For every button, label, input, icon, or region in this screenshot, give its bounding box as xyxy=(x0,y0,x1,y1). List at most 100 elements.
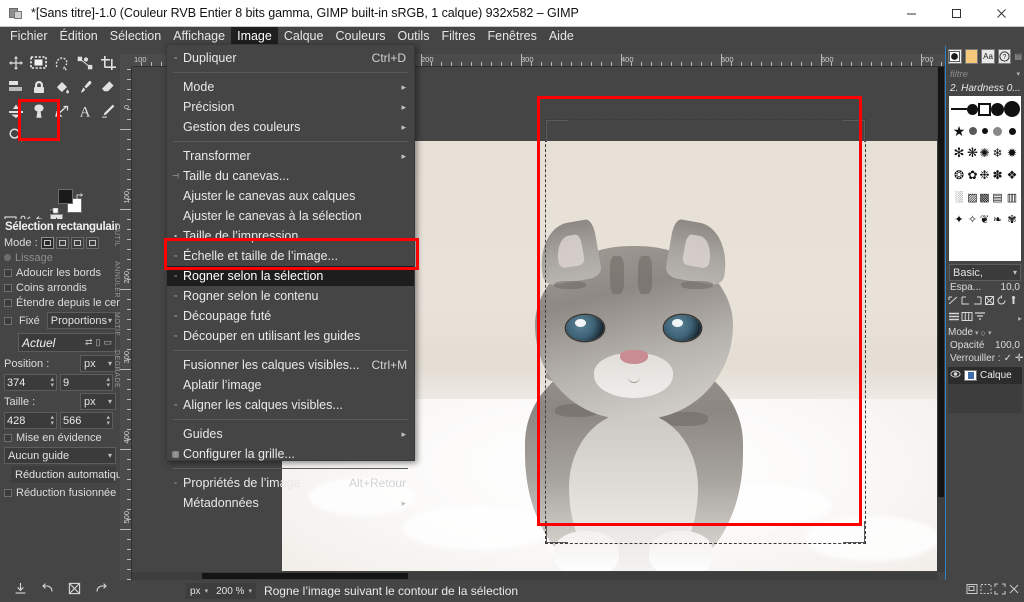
layer-thumbnail[interactable] xyxy=(964,370,977,381)
paintbrush-tool-icon[interactable] xyxy=(73,75,96,98)
zoom-tool-icon[interactable] xyxy=(4,123,27,146)
position-x-input[interactable]: 374 ▴ ▾ xyxy=(4,374,57,391)
adoucir-checkbox[interactable] xyxy=(4,268,12,277)
menu-item-rogner-selon-le-contenu[interactable]: ▫ Rogner selon le contenu xyxy=(167,286,414,306)
nav-icon[interactable] xyxy=(966,582,978,600)
brush-cell[interactable]: ✧ xyxy=(967,208,978,230)
align-tool-icon[interactable] xyxy=(4,75,27,98)
guide-select[interactable]: Aucun guide ▾ xyxy=(4,447,116,464)
brush-cell[interactable]: ▥ xyxy=(1004,186,1020,208)
subtract-mode-icon[interactable] xyxy=(70,236,84,249)
coins-arrondis-checkbox[interactable] xyxy=(4,283,12,292)
selection-handle-top-left[interactable] xyxy=(546,120,568,142)
dock-tab-annuler[interactable]: ANNULER xyxy=(108,261,120,298)
cancel-icon[interactable] xyxy=(68,582,81,600)
menu-item-decouper-en-utilisant-les-guides[interactable]: ▫ Découper en utilisant les guides xyxy=(167,326,414,346)
layers-stack-icon[interactable] xyxy=(948,311,960,325)
fuzzy-select-tool-icon[interactable] xyxy=(27,75,50,98)
replace-mode-icon[interactable] xyxy=(40,236,54,249)
brush-cell[interactable]: ✦ xyxy=(951,208,967,230)
menu-item-mode[interactable]: Mode ▸ xyxy=(167,77,414,97)
fonts-tab-icon[interactable]: Aa xyxy=(981,49,995,64)
vertical-ruler[interactable]: 0 100 200 300 400 500 xyxy=(120,67,132,580)
rotate-icon[interactable] xyxy=(972,295,983,309)
flip-horizontal-icon[interactable] xyxy=(948,295,959,309)
brush-cell[interactable]: ✺ xyxy=(978,142,991,164)
chevron-down-icon[interactable]: ▾ xyxy=(988,329,992,337)
menu-edition[interactable]: Édition xyxy=(54,27,104,46)
menu-item-configurer-la-grille[interactable]: ▩ Configurer la grille... xyxy=(167,444,414,464)
chevron-down-icon[interactable]: ▾ xyxy=(975,329,979,337)
mise-en-evidence-checkbox[interactable] xyxy=(4,433,12,442)
fixe-checkbox[interactable] xyxy=(4,316,12,325)
flip-vertical-icon[interactable] xyxy=(960,295,971,309)
maximize-icon[interactable] xyxy=(934,0,979,27)
clone-tool-icon[interactable] xyxy=(27,99,50,122)
stepper-icon[interactable]: ▴ ▾ xyxy=(50,376,54,389)
lock-pixels-icon[interactable]: ✓ xyxy=(1004,353,1012,364)
swap-ratio-icon[interactable]: ⇄ xyxy=(85,337,93,348)
brush-cell[interactable]: ▨ xyxy=(967,186,978,208)
text-tool-icon[interactable]: A xyxy=(73,99,96,122)
lock-position-icon[interactable]: ✛ xyxy=(1015,353,1023,364)
menu-item-ajuster-le-canevas-aux-calques[interactable]: Ajuster le canevas aux calques xyxy=(167,186,414,206)
brush-cell[interactable]: ✿ xyxy=(967,164,978,186)
brush-grid[interactable]: ★ ✻ ❋ ✺ ❄ ✹ ❂ ✿ ❉ ✽ ❖ ░ ▨ ▩ ▤ ▥ ✦ ✧ ❦ ❧ … xyxy=(949,96,1021,261)
restore-icon[interactable] xyxy=(95,582,108,600)
option-lissage[interactable]: Lissage xyxy=(2,250,118,265)
menu-item-precision[interactable]: Précision ▸ xyxy=(167,97,414,117)
auto-shrink-button[interactable]: Réduction automatique xyxy=(11,466,128,483)
menu-item-metadonnees[interactable]: Métadonnées ▸ xyxy=(167,493,414,513)
mode-extra-icon[interactable]: ○ xyxy=(981,328,986,338)
spacing-row[interactable]: Espa... 10,0 xyxy=(946,281,1024,294)
quickmask-icon[interactable] xyxy=(980,582,992,600)
brush-cell[interactable]: ❄ xyxy=(991,142,1004,164)
brush-cell[interactable]: ❦ xyxy=(978,208,991,230)
size-height-input[interactable]: 566 ▴ ▾ xyxy=(60,412,113,429)
reduction-fusionnee-checkbox[interactable] xyxy=(4,488,12,497)
brush-filter-input[interactable]: filtre ▾ xyxy=(946,67,1024,81)
minimize-icon[interactable] xyxy=(889,0,934,27)
dock-menu-icon[interactable]: ▤ xyxy=(1014,52,1022,61)
option-mise-en-evidence[interactable]: Mise en évidence xyxy=(2,430,118,445)
brush-cell[interactable] xyxy=(967,98,978,120)
menu-filtres[interactable]: Filtres xyxy=(435,27,481,46)
aspect-ratio-field[interactable]: Actuel ⇄ ▯ ▭ xyxy=(18,333,116,352)
bucket-fill-tool-icon[interactable] xyxy=(50,75,73,98)
cancel-nav-icon[interactable] xyxy=(1008,582,1020,600)
brush-cell[interactable] xyxy=(978,98,991,120)
chevron-down-icon[interactable]: ▾ xyxy=(1016,70,1020,78)
swap-colors-icon[interactable] xyxy=(76,189,85,199)
etendre-centre-checkbox[interactable] xyxy=(4,298,12,307)
fixed-ratio-select[interactable]: Proportions ▾ xyxy=(46,312,116,329)
menu-item-decoupage-fute[interactable]: ▫ Découpage futé xyxy=(167,306,414,326)
menu-item-transformer[interactable]: Transformer ▸ xyxy=(167,146,414,166)
brush-cell[interactable]: ✽ xyxy=(991,164,1004,186)
brush-cell[interactable] xyxy=(951,98,967,120)
dock-tab-motif[interactable]: MOTIF xyxy=(108,312,120,336)
position-y-input[interactable]: 9 ▴ ▾ xyxy=(60,374,113,391)
gradient-tool-icon[interactable] xyxy=(4,99,27,122)
scrollbar-thumb[interactable] xyxy=(202,573,408,579)
option-reduction-fusionnee[interactable]: Réduction fusionnée xyxy=(2,485,118,500)
brush-cell[interactable]: ✾ xyxy=(1004,208,1020,230)
brush-cell[interactable]: ❂ xyxy=(951,164,967,186)
menu-item-ajuster-le-canevas-a-la-selection[interactable]: Ajuster le canevas à la sélection xyxy=(167,206,414,226)
stepper-icon[interactable]: ▴ ▾ xyxy=(50,414,54,427)
option-etendre-depuis-le-centre[interactable]: Étendre depuis le centre xyxy=(2,295,135,310)
option-adoucir-les-bords[interactable]: Adoucir les bords xyxy=(2,265,118,280)
measure-tool-icon[interactable] xyxy=(50,99,73,122)
brush-cell[interactable]: ★ xyxy=(951,120,967,142)
menu-item-guides[interactable]: Guides ▸ xyxy=(167,424,414,444)
menu-selection[interactable]: Sélection xyxy=(104,27,167,46)
free-select-tool-icon[interactable] xyxy=(50,51,73,74)
menu-item-proprietes-de-l-image[interactable]: ◦ Propriétés de l’image Alt+Retour xyxy=(167,473,414,493)
option-coins-arrondis[interactable]: Coins arrondis xyxy=(2,280,118,295)
lissage-checkbox[interactable] xyxy=(4,254,11,261)
unit-select[interactable]: px ▾ xyxy=(186,583,213,599)
eraser-tool-icon[interactable] xyxy=(96,75,119,98)
brush-cell[interactable]: ❧ xyxy=(991,208,1004,230)
brush-cell[interactable] xyxy=(991,120,1004,142)
brush-preset-select[interactable]: Basic, ▾ xyxy=(949,264,1021,281)
eye-icon[interactable] xyxy=(950,370,961,381)
